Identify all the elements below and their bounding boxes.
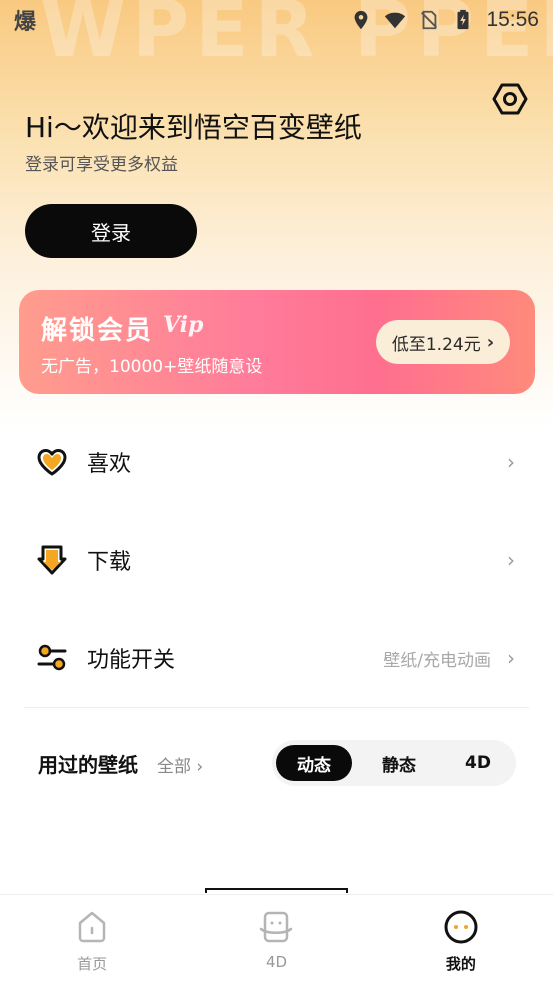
toggle-sliders-icon xyxy=(37,644,67,671)
profile-face-icon xyxy=(444,910,478,944)
vip-title: 解锁会员 xyxy=(41,316,154,346)
nav-item-mine[interactable]: 我的 xyxy=(369,895,553,983)
menu-item-downloads[interactable]: 下载 › xyxy=(0,515,553,605)
tab-static[interactable]: 静态 xyxy=(352,745,446,781)
nav-item-4d[interactable]: 4D xyxy=(184,895,368,983)
bottom-navigation: 首页 4D 我的 xyxy=(0,894,553,983)
status-bar: 爆 15:56 xyxy=(0,0,553,40)
menu-item-feature-switches[interactable]: 功能开关 壁纸/充电动画 › xyxy=(0,613,553,703)
chevron-right-icon: › xyxy=(507,548,515,572)
used-all-label: 全部 xyxy=(157,757,191,777)
chevron-right-icon: › xyxy=(507,646,515,670)
menu-label-downloads: 下载 xyxy=(87,550,132,575)
wifi-icon xyxy=(385,12,406,29)
nav-label-home: 首页 xyxy=(77,955,108,973)
settings-hexagon-icon[interactable] xyxy=(492,82,528,116)
status-icons: 15:56 xyxy=(350,8,539,32)
wallpaper-type-segmented-control: 动态 静态 4D xyxy=(272,740,516,786)
greeting-title: Hi～欢迎来到悟空百变壁纸 xyxy=(25,111,362,144)
tab-dynamic[interactable]: 动态 xyxy=(276,745,352,781)
greeting-subtitle: 登录可享受更多权益 xyxy=(25,155,178,175)
home-icon xyxy=(78,911,106,943)
status-time: 15:56 xyxy=(486,8,539,31)
vip-price-button[interactable]: 低至1.24元 › xyxy=(376,320,510,364)
battery-charging-icon xyxy=(457,9,469,30)
vip-price-label: 低至1.24元 xyxy=(391,334,481,355)
nav-item-home[interactable]: 首页 xyxy=(0,895,184,983)
location-icon xyxy=(355,10,368,30)
menu-extra-feature-switches: 壁纸/充电动画 xyxy=(383,650,491,671)
tab-4d[interactable]: 4D xyxy=(446,745,510,781)
status-app-glyph: 爆 xyxy=(14,10,37,35)
nav-label-4d: 4D xyxy=(265,953,288,971)
used-wallpapers-title: 用过的壁纸 xyxy=(38,753,138,777)
used-wallpapers-all-link[interactable]: 全部 › xyxy=(157,752,203,777)
download-icon xyxy=(37,545,67,575)
nav-label-mine: 我的 xyxy=(445,955,476,973)
menu-item-favorites[interactable]: 喜欢 › xyxy=(0,417,553,507)
chevron-right-icon: › xyxy=(486,331,495,353)
vip-mark: Vip xyxy=(163,312,204,338)
no-sim-icon xyxy=(421,10,438,30)
vip-subtitle: 无广告，10000+壁纸随意设 xyxy=(41,357,263,377)
floating-mini-bar xyxy=(205,888,348,893)
menu-label-favorites: 喜欢 xyxy=(87,452,132,477)
chevron-right-icon: › xyxy=(507,450,515,474)
vip-banner[interactable]: 解锁会员 Vip 无广告，10000+壁纸随意设 低至1.24元 › xyxy=(19,290,535,394)
menu-label-feature-switches: 功能开关 xyxy=(87,648,176,673)
section-divider xyxy=(24,707,529,708)
chevron-right-icon: › xyxy=(191,757,204,777)
heart-icon xyxy=(37,449,67,476)
4d-icon xyxy=(260,911,293,943)
login-button[interactable]: 登录 xyxy=(25,204,197,258)
